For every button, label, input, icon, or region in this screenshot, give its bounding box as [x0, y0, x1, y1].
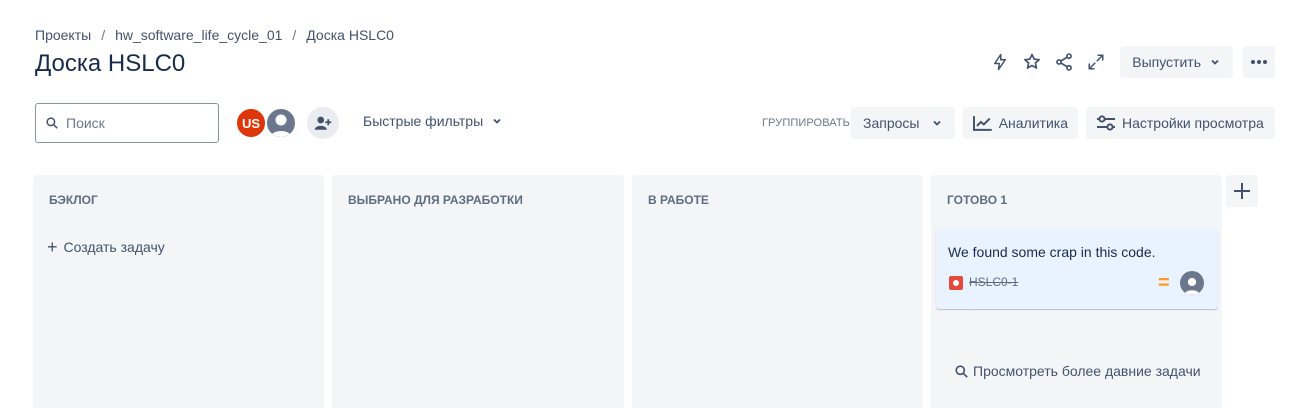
issue-key[interactable]: HSLC0-1: [969, 275, 1018, 289]
breadcrumb-separator: /: [292, 27, 297, 43]
breadcrumb-projects-link[interactable]: Проекты: [35, 27, 91, 43]
column-title: ГОТОВО 1: [947, 193, 1008, 207]
bug-icon: [949, 276, 963, 290]
column-in-progress: В РАБОТЕ: [632, 175, 923, 408]
quick-filters-button[interactable]: Быстрые фильтры: [363, 113, 503, 129]
search-placeholder: Поиск: [66, 115, 105, 131]
column-title: ВЫБРАНО ДЛЯ РАЗРАБОТКИ: [348, 193, 523, 207]
chevron-down-icon: [493, 118, 501, 124]
chevron-down-icon: [1211, 59, 1219, 65]
issue-card[interactable]: We found some crap in this code. HSLC0-1…: [936, 229, 1218, 309]
view-older-issues-link[interactable]: Просмотреть более давние задачи: [955, 363, 1201, 379]
user-icon: [1184, 277, 1200, 295]
breadcrumb: Проекты / hw_software_life_cycle_01 / До…: [35, 27, 394, 43]
add-people-button[interactable]: [307, 107, 339, 139]
release-button-label: Выпустить: [1132, 54, 1201, 70]
create-issue-label: Создать задачу: [63, 239, 165, 255]
avatar[interactable]: [265, 107, 297, 139]
page-title: Доска HSLC0: [35, 50, 186, 77]
column-backlog: БЭКЛОГ + Создать задачу: [33, 175, 324, 408]
issue-summary: We found some crap in this code.: [948, 244, 1156, 260]
add-user-icon: [314, 116, 332, 130]
priority-medium-icon: =: [1158, 272, 1170, 294]
assignee-avatar[interactable]: [1180, 271, 1204, 295]
plus-icon: [1234, 183, 1250, 199]
expand-icon: [1088, 54, 1104, 70]
analytics-button[interactable]: Аналитика: [963, 107, 1078, 139]
group-by-select[interactable]: Запросы: [851, 107, 956, 139]
user-icon: [271, 114, 291, 137]
analytics-label: Аналитика: [998, 115, 1068, 131]
share-button[interactable]: [1048, 46, 1080, 78]
share-icon: [1056, 53, 1073, 71]
search-icon: [955, 364, 968, 378]
column-selected-for-development: ВЫБРАНО ДЛЯ РАЗРАБОТКИ: [332, 175, 624, 408]
plus-icon: +: [47, 237, 58, 257]
chart-line-icon: [973, 116, 992, 131]
release-button[interactable]: Выпустить: [1120, 46, 1233, 78]
column-title: БЭКЛОГ: [49, 193, 98, 207]
avatar[interactable]: US: [235, 107, 267, 139]
more-actions-button[interactable]: [1243, 46, 1275, 78]
search-input[interactable]: Поиск: [35, 103, 219, 143]
column-title: В РАБОТЕ: [648, 193, 709, 207]
view-settings-label: Настройки просмотра: [1122, 115, 1264, 131]
chevron-down-icon: [933, 120, 942, 126]
more-icon: [1251, 60, 1267, 64]
breadcrumb-board-link[interactable]: Доска HSLC0: [306, 27, 394, 43]
fullscreen-button[interactable]: [1080, 46, 1112, 78]
column-done: ГОТОВО 1 We found some crap in this code…: [931, 175, 1222, 408]
star-button[interactable]: [1016, 46, 1048, 78]
settings-sliders-icon: [1097, 115, 1115, 131]
breadcrumb-project-link[interactable]: hw_software_life_cycle_01: [115, 27, 282, 43]
breadcrumb-separator: /: [101, 27, 106, 43]
create-issue-button[interactable]: + Создать задачу: [47, 238, 165, 256]
header-actions: Выпустить: [984, 46, 1275, 78]
star-icon: [1024, 53, 1041, 69]
group-by-value: Запросы: [863, 115, 920, 131]
lightning-icon: [994, 53, 1007, 71]
view-older-issues-label: Просмотреть более давние задачи: [973, 363, 1201, 379]
view-settings-button[interactable]: Настройки просмотра: [1086, 107, 1275, 139]
group-by-label: ГРУППИРОВАТЬ: [762, 117, 850, 129]
quick-filters-label: Быстрые фильтры: [363, 113, 484, 129]
search-icon: [46, 117, 58, 129]
automation-button[interactable]: [984, 46, 1016, 78]
add-column-button[interactable]: [1226, 175, 1258, 207]
